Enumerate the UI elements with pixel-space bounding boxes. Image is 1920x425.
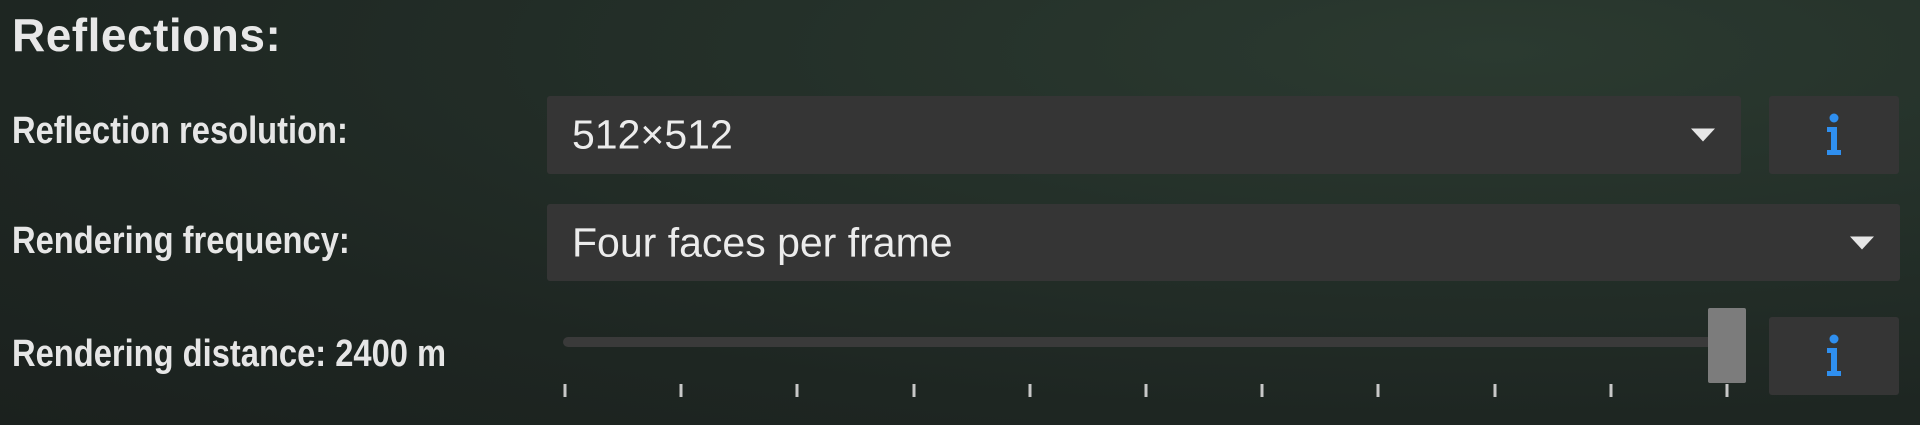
rendering-distance-label: Rendering distance: 2400 m [12,333,447,375]
rendering-frequency-label: Rendering frequency: [12,220,350,262]
slider-tick [795,384,799,397]
slider-thumb[interactable] [1708,308,1746,383]
reflection-resolution-dropdown[interactable]: 512×512 [547,96,1741,174]
rendering-distance-slider[interactable] [560,305,1746,400]
slider-tick [1725,384,1729,397]
chevron-down-icon [1850,236,1874,249]
slider-tick [563,384,567,397]
slider-tick [1144,384,1148,397]
slider-track[interactable] [563,337,1723,347]
slider-tick [1260,384,1264,397]
info-icon [1827,113,1841,155]
slider-tick [679,384,683,397]
rendering-frequency-value: Four faces per frame [572,219,953,265]
chevron-down-icon [1691,128,1715,142]
section-title-reflections: Reflections: [12,9,282,61]
reflection-resolution-label: Reflection resolution: [12,110,348,152]
slider-tick [912,384,916,397]
rendering-distance-info-button[interactable] [1769,317,1899,395]
slider-tick [1609,384,1613,397]
reflection-resolution-value: 512×512 [572,111,733,158]
reflection-resolution-info-button[interactable] [1769,96,1899,174]
rendering-frequency-dropdown[interactable]: Four faces per frame [547,204,1900,281]
slider-tick [1028,384,1032,397]
slider-tick [1376,384,1380,397]
info-icon [1827,334,1841,376]
slider-tick [1493,384,1497,397]
